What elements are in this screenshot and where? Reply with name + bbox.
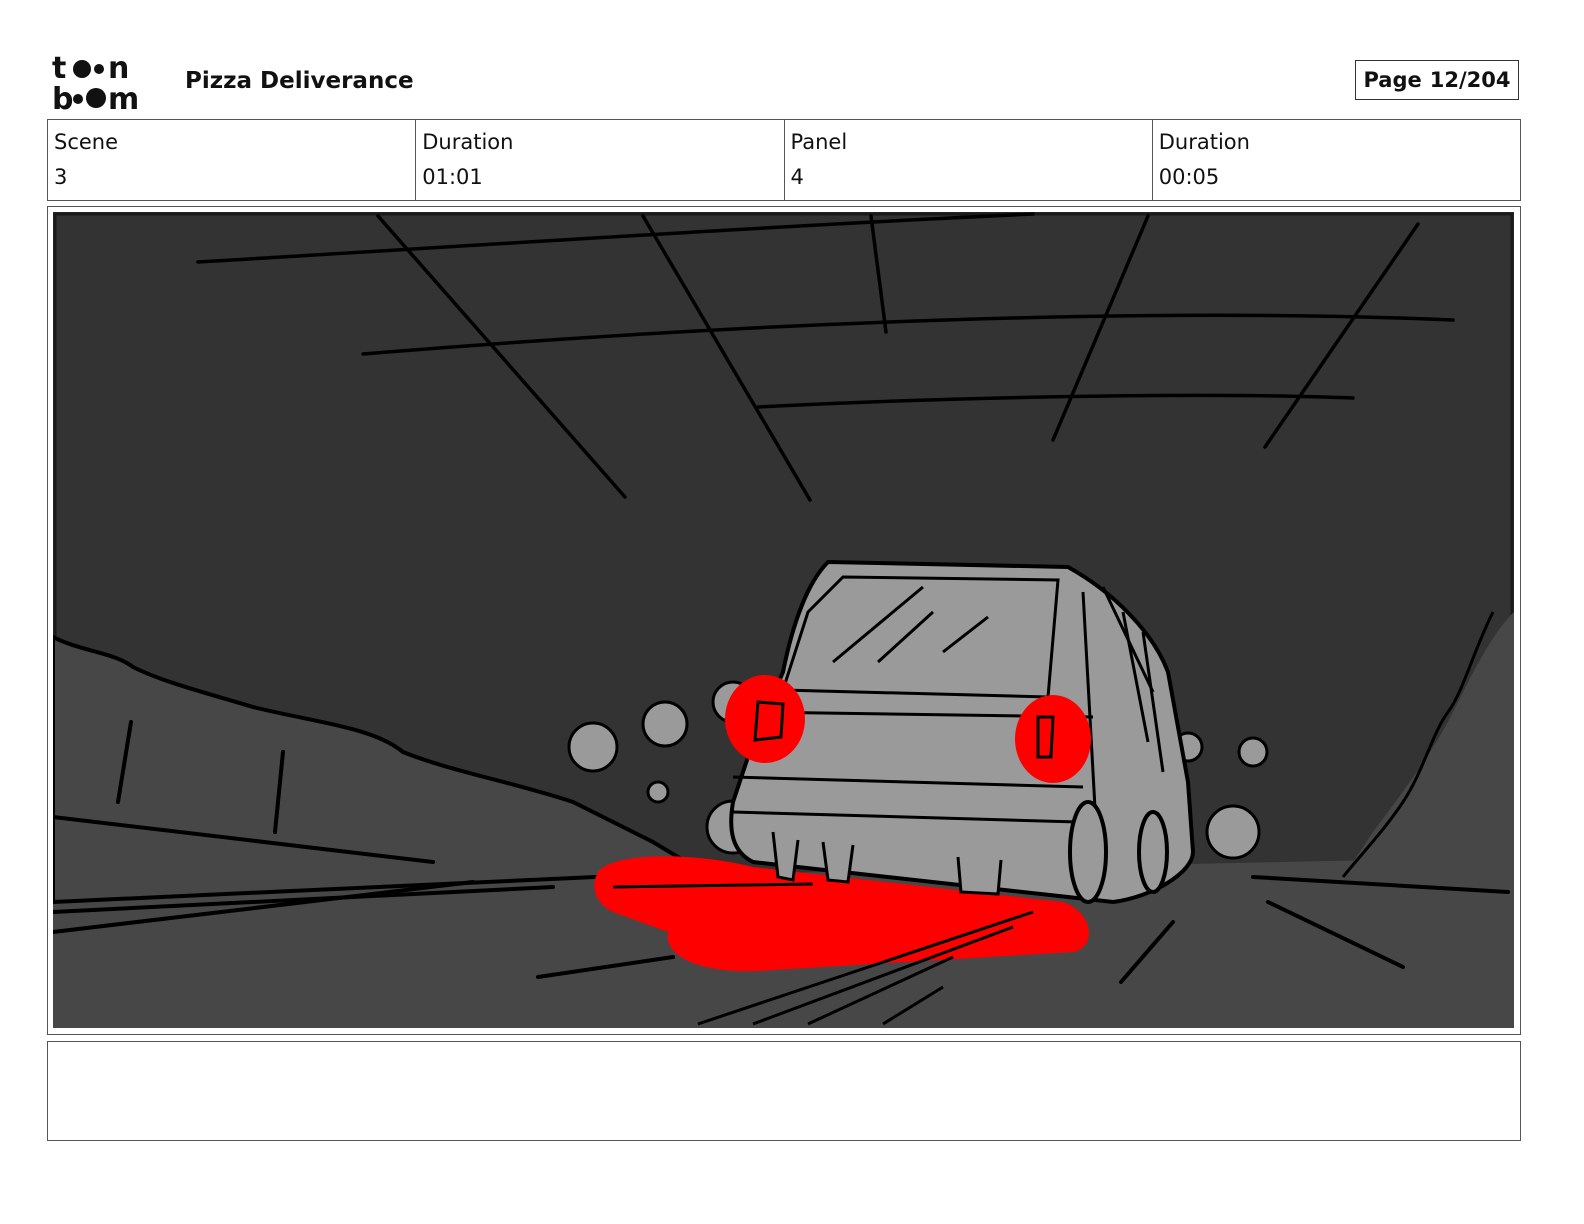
svg-text:m: m (108, 82, 139, 112)
scene-label: Scene (54, 130, 119, 154)
panel-drawing (53, 212, 1514, 1028)
panel-duration-value: 00:05 (1158, 165, 1220, 189)
svg-text:b: b (52, 82, 73, 112)
storyboard-panel (47, 206, 1521, 1035)
page-label: Page (1363, 68, 1422, 92)
page-indicator: Page 12/204 (1355, 60, 1519, 100)
panel-duration-cell: Duration 00:05 (1153, 120, 1520, 200)
panel-notes (47, 1041, 1521, 1141)
panel-duration-label: Duration (1158, 130, 1250, 154)
scene-duration-value: 01:01 (422, 165, 483, 189)
scene-info-table: Scene 3 Duration 01:01 Panel 4 Duration … (47, 119, 1521, 201)
panel-value: 4 (790, 165, 804, 189)
toon-boom-logo-icon: t n b m (52, 51, 139, 117)
panel-label: Panel (790, 130, 848, 154)
scene-duration-label: Duration (422, 130, 514, 154)
scene-cell: Scene 3 (48, 120, 417, 200)
toon-boom-logo: t n b m (52, 51, 164, 117)
page-number: 12/204 (1429, 68, 1511, 92)
tail-light-left (725, 675, 805, 763)
scene-value: 3 (54, 165, 68, 189)
scene-duration-cell: Duration 01:01 (416, 120, 785, 200)
project-title: Pizza Deliverance (185, 68, 414, 94)
svg-text:n: n (108, 52, 129, 86)
svg-text:t: t (52, 52, 66, 86)
panel-cell: Panel 4 (785, 120, 1153, 200)
